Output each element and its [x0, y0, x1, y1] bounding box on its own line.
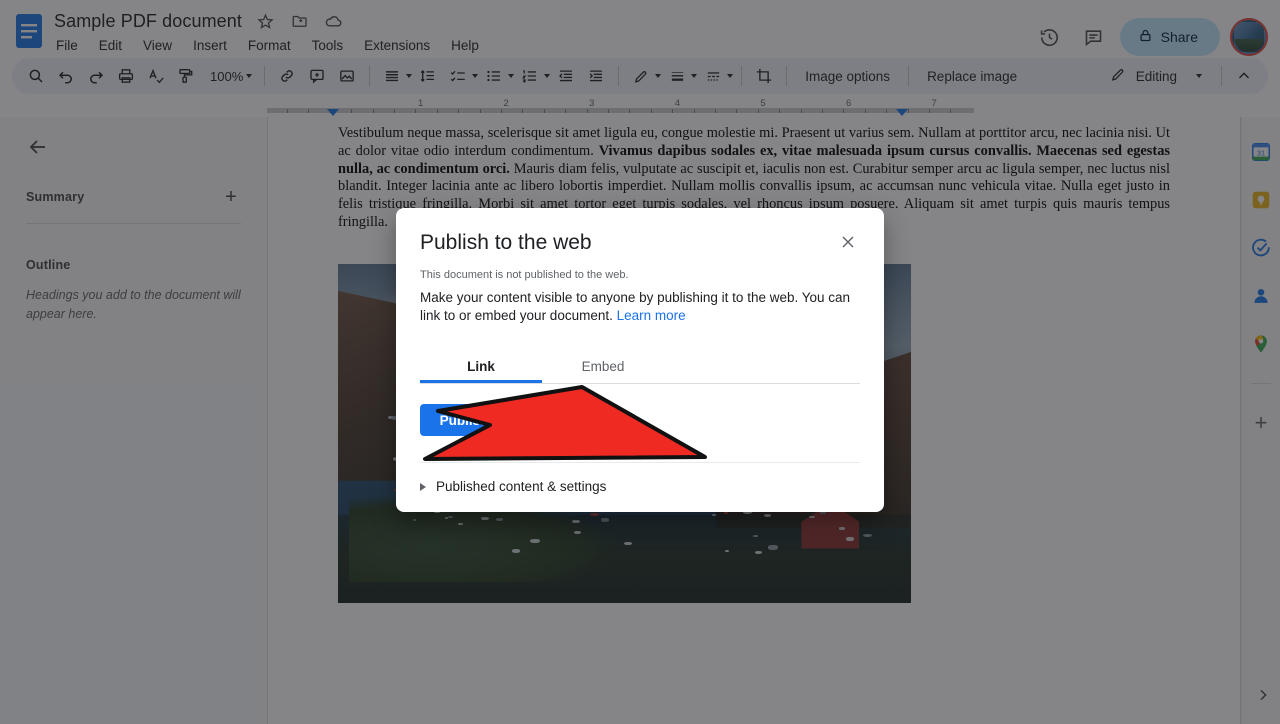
published-content-settings-label: Published content & settings	[436, 479, 607, 495]
dialog-divider	[420, 462, 860, 464]
publish-status-text: This document is not published to the we…	[420, 269, 629, 282]
tab-link[interactable]: Link	[420, 353, 542, 383]
publish-to-web-dialog: Publish to the web This document is not …	[396, 208, 884, 513]
triangle-right-icon	[420, 482, 426, 491]
publish-button[interactable]: Publish	[420, 404, 508, 437]
dialog-tabs: Link Embed	[420, 353, 860, 385]
close-icon[interactable]	[838, 232, 860, 254]
learn-more-link[interactable]: Learn more	[617, 308, 686, 323]
dialog-header: Publish to the web	[420, 230, 860, 255]
tab-embed[interactable]: Embed	[542, 353, 664, 383]
dialog-description: Make your content visible to anyone by p…	[420, 289, 860, 325]
published-content-settings-expander[interactable]: Published content & settings	[420, 479, 860, 494]
dialog-title: Publish to the web	[420, 231, 592, 254]
